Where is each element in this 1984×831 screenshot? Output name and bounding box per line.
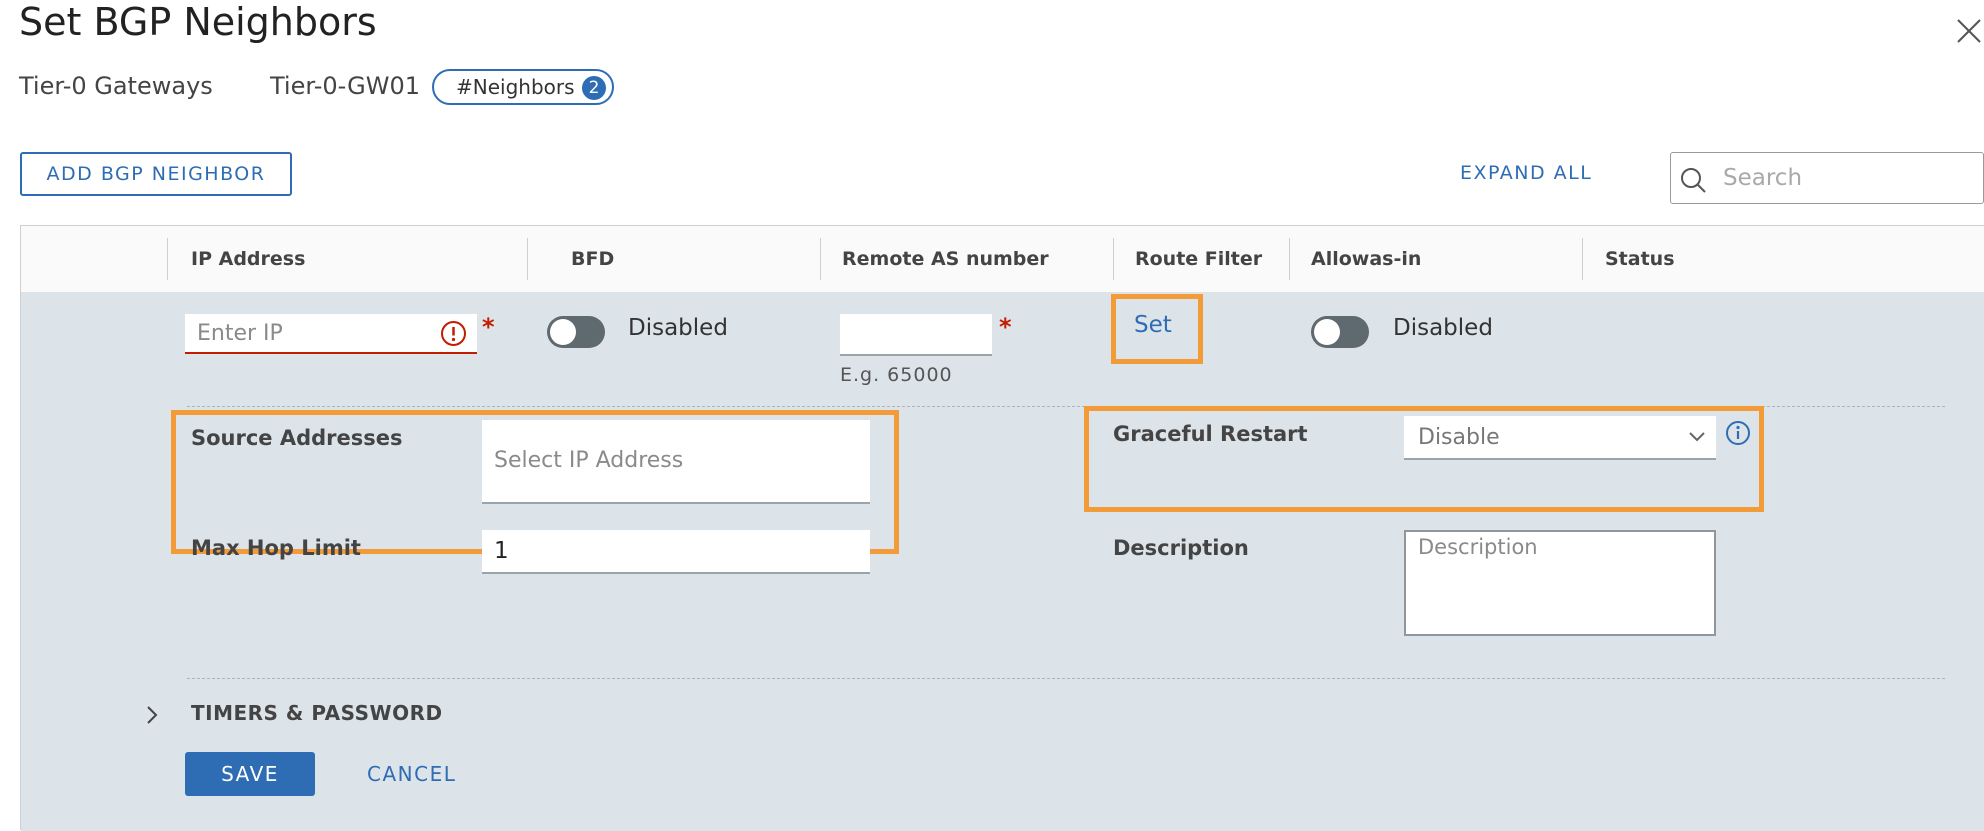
dialog-title: Set BGP Neighbors [19,0,377,44]
source-addresses-label: Source Addresses [191,426,403,450]
breadcrumb-tier0-gateways[interactable]: Tier-0 Gateways [19,72,213,100]
timers-password-section[interactable]: TIMERS & PASSWORD [191,701,443,725]
allowas-in-toggle[interactable] [1311,316,1369,348]
column-separator [167,238,168,280]
allowas-in-toggle-label: Disabled [1393,315,1493,341]
bfd-toggle-label: Disabled [628,315,728,341]
ip-address-input[interactable]: Enter IP [185,314,477,354]
description-textarea[interactable]: Description [1404,530,1716,636]
add-bgp-neighbor-button[interactable]: ADD BGP NEIGHBOR [20,152,292,196]
column-remote-as[interactable]: Remote AS number [842,248,1049,270]
breadcrumb-tier0-gw01[interactable]: Tier-0-GW01 [270,72,420,100]
save-button[interactable]: SAVE [185,752,315,796]
info-icon[interactable] [1725,420,1751,446]
search-placeholder: Search [1723,165,1803,191]
neighbors-pill-label: #Neighbors [456,75,575,99]
row-divider [187,678,1945,679]
max-hop-limit-label: Max Hop Limit [191,536,361,560]
search-icon [1681,168,1706,193]
column-separator [1113,238,1114,280]
column-allowas-in[interactable]: Allowas-in [1311,248,1421,270]
description-label: Description [1113,536,1249,560]
graceful-restart-label: Graceful Restart [1113,422,1308,446]
column-separator [820,238,821,280]
toggle-knob [1314,319,1340,345]
source-addresses-placeholder: Select IP Address [494,448,684,473]
toggle-knob [550,319,576,345]
graceful-restart-select[interactable]: Disable [1404,416,1716,460]
column-separator [1289,238,1290,280]
remote-as-hint: E.g. 65000 [840,364,953,386]
expand-all-button[interactable]: EXPAND ALL [1460,162,1592,184]
max-hop-limit-value: 1 [494,538,509,564]
column-status[interactable]: Status [1605,248,1675,270]
bfd-toggle[interactable] [547,316,605,348]
column-ip-address[interactable]: IP Address [191,248,305,270]
column-bfd[interactable]: BFD [571,248,614,270]
column-separator [527,238,528,280]
column-route-filter[interactable]: Route Filter [1135,248,1262,270]
neighbors-count-badge: 2 [582,76,606,100]
ip-address-placeholder: Enter IP [197,321,283,346]
search-input[interactable]: Search [1670,152,1984,204]
neighbors-count-pill: #Neighbors 2 [432,69,614,105]
error-icon [441,321,466,346]
graceful-restart-value: Disable [1418,425,1500,450]
cancel-button[interactable]: CANCEL [367,762,456,786]
remote-as-required-mark: * [999,313,1012,341]
close-icon[interactable] [1950,12,1984,48]
chevron-right-icon[interactable] [145,704,159,726]
column-separator [1582,238,1583,280]
description-placeholder: Description [1418,535,1538,559]
source-addresses-select[interactable]: Select IP Address [482,420,870,504]
grid-header: IP Address BFD Remote AS number Route Fi… [21,226,1984,293]
ip-required-mark: * [482,313,495,341]
route-filter-set-link[interactable]: Set [1134,312,1172,338]
bgp-neighbors-grid: IP Address BFD Remote AS number Route Fi… [20,225,1984,831]
neighbor-edit-row: Enter IP * Disabled * E.g. 65000 Set Dis… [21,292,1984,831]
max-hop-limit-input[interactable]: 1 [482,530,870,574]
remote-as-input[interactable] [840,314,992,356]
chevron-down-icon [1689,432,1705,442]
